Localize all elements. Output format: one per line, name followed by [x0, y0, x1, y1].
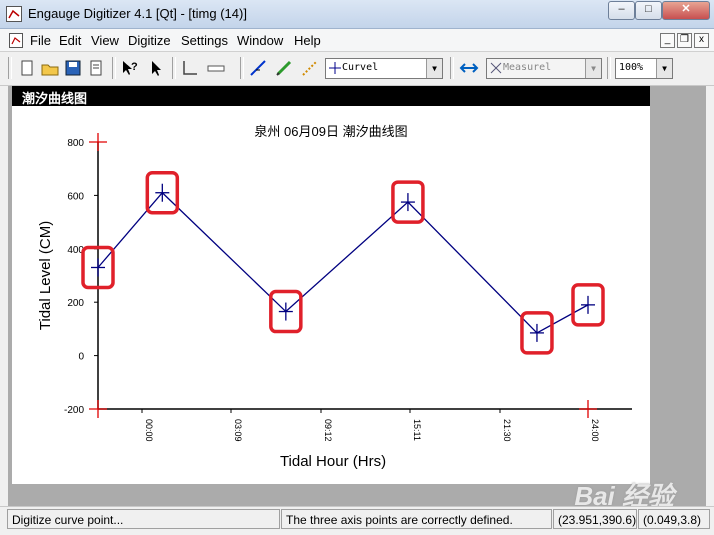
close-button[interactable]: ✕ — [662, 1, 710, 20]
x-axis-label: Tidal Hour (Hrs) — [280, 453, 386, 470]
toolbar-separator — [450, 57, 454, 79]
menu-file[interactable]: File — [30, 33, 51, 48]
menu-bar: File Edit View Digitize Settings Window … — [0, 29, 714, 52]
status-bar: Digitize curve point... The three axis p… — [0, 506, 714, 535]
status-axis-info: The three axis points are correctly defi… — [281, 509, 552, 529]
y-tick-label: 200 — [67, 298, 84, 309]
zoom-select-value: 100% — [619, 62, 644, 73]
x-marker-icon — [490, 62, 502, 74]
y-tick-label: 800 — [67, 138, 84, 149]
measure-icon[interactable] — [459, 58, 479, 78]
curve-select-value: Curvel — [342, 62, 379, 73]
toolbar-grip — [8, 57, 12, 79]
svg-text:?: ? — [131, 61, 138, 73]
measure-select-value: Measurel — [503, 62, 552, 73]
measure-select[interactable]: Measurel ▼ — [486, 58, 602, 79]
toolbar-separator — [172, 57, 176, 79]
x-tick-label: 21:30 — [502, 419, 512, 442]
window-title: Engauge Digitizer 4.1 [Qt] - [timg (14)] — [28, 6, 247, 21]
pencil-icon[interactable] — [274, 58, 294, 78]
document-title-bar: 潮汐曲线图 — [12, 86, 650, 106]
toolbar-separator — [240, 57, 244, 79]
document-icon — [9, 33, 23, 48]
curve-select[interactable]: Curvel ▼ — [325, 58, 443, 79]
status-message: Digitize curve point... — [7, 509, 280, 529]
menu-settings[interactable]: Settings — [181, 33, 228, 48]
doc-restore-button[interactable]: ❐ — [677, 33, 692, 48]
pointer-icon[interactable] — [146, 58, 166, 78]
whats-this-icon[interactable]: ? — [120, 58, 140, 78]
app-icon — [6, 6, 22, 22]
x-tick-label: 24:00 — [590, 419, 600, 442]
chevron-down-icon[interactable]: ▼ — [426, 59, 442, 78]
menu-digitize[interactable]: Digitize — [128, 33, 171, 48]
y-tick-label: -200 — [64, 405, 84, 416]
chevron-down-icon[interactable]: ▼ — [656, 59, 672, 78]
maximize-button[interactable]: □ — [635, 1, 662, 20]
document-title: 潮汐曲线图 — [22, 91, 88, 106]
doc-close-button[interactable]: x — [694, 33, 709, 48]
curve-point-icon[interactable] — [248, 58, 268, 78]
x-tick-label: 09:12 — [323, 419, 333, 442]
doc-minimize-button[interactable]: _ — [660, 33, 675, 48]
y-tick-label: 0 — [78, 352, 84, 363]
crosshair-icon — [329, 62, 341, 74]
open-folder-icon[interactable] — [40, 58, 60, 78]
status-coords-graph: (23.951,390.6) — [553, 509, 637, 529]
minimize-button[interactable]: – — [608, 1, 635, 20]
tide-chart[interactable]: 泉州 06月09日 潮汐曲线图8006004002000-20000:00 03:… — [12, 106, 650, 484]
save-icon[interactable] — [63, 58, 83, 78]
zoom-select[interactable]: 100% ▼ — [615, 58, 673, 79]
segment-fill-icon[interactable] — [300, 58, 320, 78]
menu-edit[interactable]: Edit — [59, 33, 81, 48]
menu-view[interactable]: View — [91, 33, 119, 48]
x-tick-label: 00:00 — [144, 419, 154, 442]
toolbar-separator — [112, 57, 116, 79]
y-axis-label: Tidal Level (CM) — [37, 221, 54, 330]
x-tick-label: 15:11 — [412, 419, 422, 441]
print-icon[interactable] — [86, 58, 106, 78]
scale-bar-icon[interactable] — [206, 58, 226, 78]
title-bar: Engauge Digitizer 4.1 [Qt] - [timg (14)]… — [0, 0, 714, 29]
chevron-down-icon[interactable]: ▼ — [585, 59, 601, 78]
y-tick-label: 600 — [67, 191, 84, 202]
image-canvas[interactable]: 泉州 06月09日 潮汐曲线图 800 600 400 200 0 -200 00:00 03:… — [12, 106, 650, 484]
toolbar-separator — [607, 57, 611, 79]
menu-window[interactable]: Window — [237, 33, 283, 48]
status-coords-pixel: (0.049,3.8) — [638, 509, 710, 529]
toolbar: ? Curvel ▼ Measurel ▼ 100% ▼ — [0, 52, 714, 86]
axis-point-icon[interactable] — [180, 58, 200, 78]
chart-title: 泉州 06月09日 潮汐曲线图 — [254, 124, 407, 139]
x-tick-label: 03:09 — [233, 419, 243, 442]
new-file-icon[interactable] — [17, 58, 37, 78]
menu-help[interactable]: Help — [294, 33, 321, 48]
